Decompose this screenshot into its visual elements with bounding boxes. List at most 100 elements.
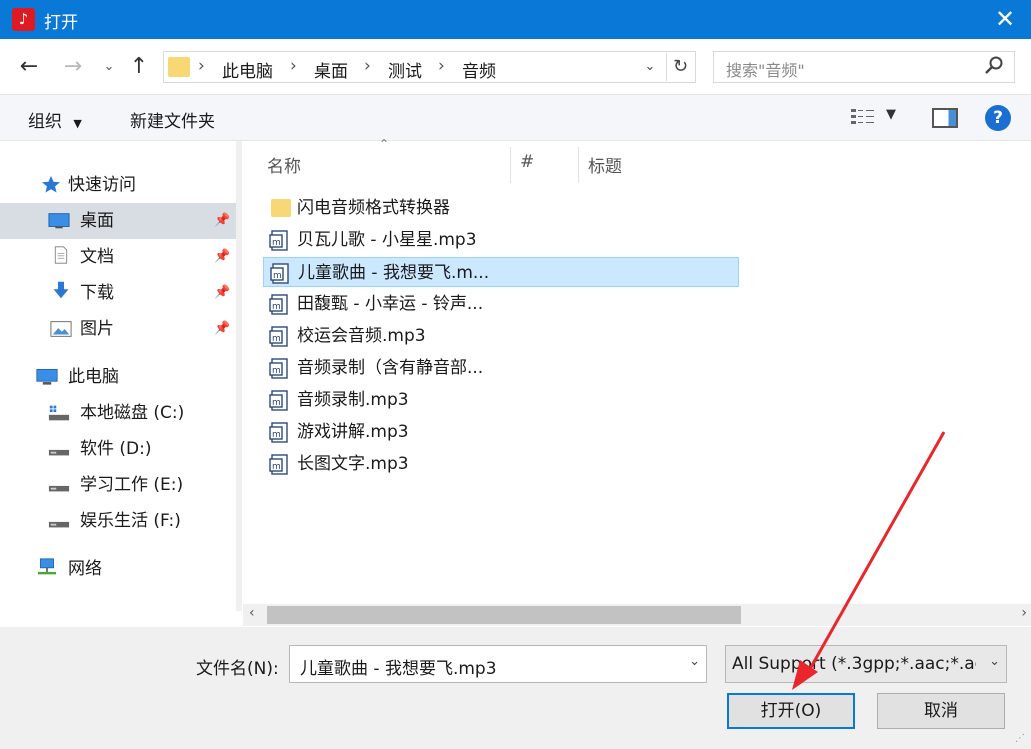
resize-grip-icon[interactable]: ⋰: [1015, 733, 1027, 745]
file-name: 校运会音频.mp3: [297, 326, 426, 346]
arrow-right-icon[interactable]: →: [58, 53, 88, 81]
sidebar-item-pictures[interactable]: 图片 📌: [0, 311, 236, 347]
organize-label: 组织: [28, 112, 62, 132]
drive-icon: [48, 449, 70, 456]
list-item[interactable]: m 贝瓦儿歌 - 小星星.mp3: [263, 225, 739, 255]
filename-label: 文件名(N):: [196, 659, 279, 679]
list-item-selected[interactable]: m 儿童歌曲 - 我想要飞.m...: [263, 257, 739, 287]
sidebar-scrollbar[interactable]: [236, 141, 242, 611]
chevron-down-icon[interactable]: ⌄: [989, 654, 1000, 669]
refresh-icon[interactable]: ↻: [666, 53, 694, 81]
chevron-down-icon[interactable]: ⌄: [689, 654, 700, 669]
app-music-icon: ♪: [12, 8, 35, 31]
chevron-right-icon[interactable]: ›: [438, 56, 445, 76]
breadcrumb-this-pc[interactable]: 此电脑: [222, 57, 273, 82]
breadcrumb-test[interactable]: 测试: [388, 57, 422, 82]
sidebar-label: 图片: [80, 319, 114, 339]
file-name: 音频录制.mp3: [297, 390, 409, 410]
sidebar-label: 此电脑: [68, 367, 119, 387]
sidebar-item-downloads[interactable]: 下载 📌: [0, 275, 236, 311]
svg-text:m: m: [272, 238, 281, 248]
sidebar-label: 下载: [80, 283, 114, 303]
search-icon[interactable]: [982, 55, 1006, 79]
pin-icon[interactable]: 📌: [214, 275, 230, 311]
navigation-pane: 快速访问 桌面 📌 文档 📌 下载 📌 图片 📌 此电脑 本地磁盘 (C:) 软…: [0, 141, 238, 627]
sidebar-label: 快速访问: [68, 175, 136, 195]
search-input[interactable]: 搜索"音频": [713, 51, 1015, 83]
drive-icon: [48, 521, 70, 528]
toolbar: 组织 ▼ 新建文件夹 ▼ ?: [0, 95, 1031, 141]
list-item[interactable]: m 田馥甄 - 小幸运 - 铃声...: [263, 289, 739, 319]
caret-down-icon: ▼: [73, 117, 82, 130]
breadcrumb-audio[interactable]: 音频: [462, 57, 496, 82]
sidebar-item-drive-d[interactable]: 软件 (D:): [0, 431, 236, 467]
svg-text:m: m: [272, 462, 281, 472]
horizontal-scrollbar[interactable]: ‹ ›: [243, 604, 1031, 626]
file-name: 儿童歌曲 - 我想要飞.m...: [298, 263, 490, 283]
close-icon[interactable]: ✕: [993, 6, 1017, 32]
folder-icon: [168, 57, 190, 77]
sidebar-item-network[interactable]: 网络: [0, 551, 236, 587]
arrow-up-icon[interactable]: ↑: [124, 53, 154, 81]
sidebar-item-documents[interactable]: 文档 📌: [0, 239, 236, 275]
list-item[interactable]: m 游戏讲解.mp3: [263, 417, 739, 447]
arrow-left-icon[interactable]: ←: [14, 53, 44, 81]
svg-text:m: m: [272, 334, 281, 344]
chevron-down-icon[interactable]: ⌄: [100, 53, 118, 81]
list-item[interactable]: m 音频录制（含有静音部...: [263, 353, 739, 383]
pin-icon[interactable]: 📌: [214, 203, 230, 239]
audio-file-icon: m: [269, 422, 288, 443]
new-folder-button[interactable]: 新建文件夹: [130, 107, 215, 132]
list-item[interactable]: m 校运会音频.mp3: [263, 321, 739, 351]
scrollbar-thumb[interactable]: [267, 606, 741, 624]
help-icon[interactable]: ?: [985, 105, 1011, 131]
file-name: 田馥甄 - 小幸运 - 铃声...: [297, 294, 484, 314]
sidebar-label: 本地磁盘 (C:): [80, 403, 185, 423]
sort-ascending-icon: ⌃: [379, 137, 390, 151]
network-icon: [38, 558, 56, 575]
sidebar-label: 桌面: [80, 211, 114, 231]
column-name[interactable]: 名称: [267, 152, 301, 177]
file-name: 贝瓦儿歌 - 小星星.mp3: [297, 230, 477, 250]
sidebar-label: 学习工作 (E:): [80, 475, 184, 495]
navigation-bar: ← → ⌄ ↑ › 此电脑 › 桌面 › 测试 › 音频 ⌄ ↻ 搜索"音频": [0, 39, 1031, 95]
list-item[interactable]: m 长图文字.mp3: [263, 449, 739, 479]
view-options-icon[interactable]: [850, 107, 876, 129]
file-type-select[interactable]: All Support (*.3gpp;*.aac;*.ac ⌄: [725, 645, 1007, 683]
column-divider[interactable]: [578, 147, 579, 183]
cancel-button[interactable]: 取消: [877, 693, 1005, 729]
chevron-right-icon[interactable]: ›: [364, 56, 371, 76]
address-dropdown-icon[interactable]: ⌄: [638, 55, 662, 79]
preview-pane-icon[interactable]: [932, 108, 958, 128]
drive-icon: [48, 485, 70, 492]
chevron-right-icon[interactable]: ›: [290, 56, 297, 76]
audio-file-icon: m: [269, 454, 288, 475]
address-bar[interactable]: › 此电脑 › 桌面 › 测试 › 音频 ⌄ ↻: [163, 51, 696, 83]
breadcrumb-desktop[interactable]: 桌面: [314, 57, 348, 82]
sidebar-item-drive-e[interactable]: 学习工作 (E:): [0, 467, 236, 503]
scroll-right-icon[interactable]: ›: [1021, 605, 1027, 621]
sidebar-item-drive-c[interactable]: 本地磁盘 (C:): [0, 395, 236, 431]
sidebar-item-drive-f[interactable]: 娱乐生活 (F:): [0, 503, 236, 539]
pin-icon[interactable]: 📌: [214, 311, 230, 347]
column-divider[interactable]: [510, 147, 511, 183]
pin-icon[interactable]: 📌: [214, 239, 230, 275]
sidebar-item-quick-access[interactable]: 快速访问: [0, 167, 236, 203]
filename-input[interactable]: 儿童歌曲 - 我想要飞.mp3 ⌄: [289, 645, 707, 683]
caret-down-icon[interactable]: ▼: [886, 107, 896, 122]
search-placeholder: 搜索"音频": [726, 61, 805, 80]
column-number[interactable]: #: [520, 152, 534, 172]
column-title[interactable]: 标题: [588, 152, 622, 177]
list-item[interactable]: m 音频录制.mp3: [263, 385, 739, 415]
sidebar-label: 软件 (D:): [80, 439, 152, 459]
scroll-left-icon[interactable]: ‹: [249, 605, 255, 621]
open-button[interactable]: 打开(O): [727, 693, 855, 729]
sidebar-item-this-pc[interactable]: 此电脑: [0, 359, 236, 395]
sidebar-item-desktop[interactable]: 桌面 📌: [0, 203, 236, 239]
svg-text:m: m: [273, 271, 282, 281]
organize-button[interactable]: 组织 ▼: [28, 107, 82, 132]
star-icon: [42, 175, 60, 193]
chevron-right-icon[interactable]: ›: [198, 56, 205, 76]
list-item[interactable]: 闪电音频格式转换器: [263, 193, 739, 223]
audio-file-icon: m: [269, 390, 288, 411]
